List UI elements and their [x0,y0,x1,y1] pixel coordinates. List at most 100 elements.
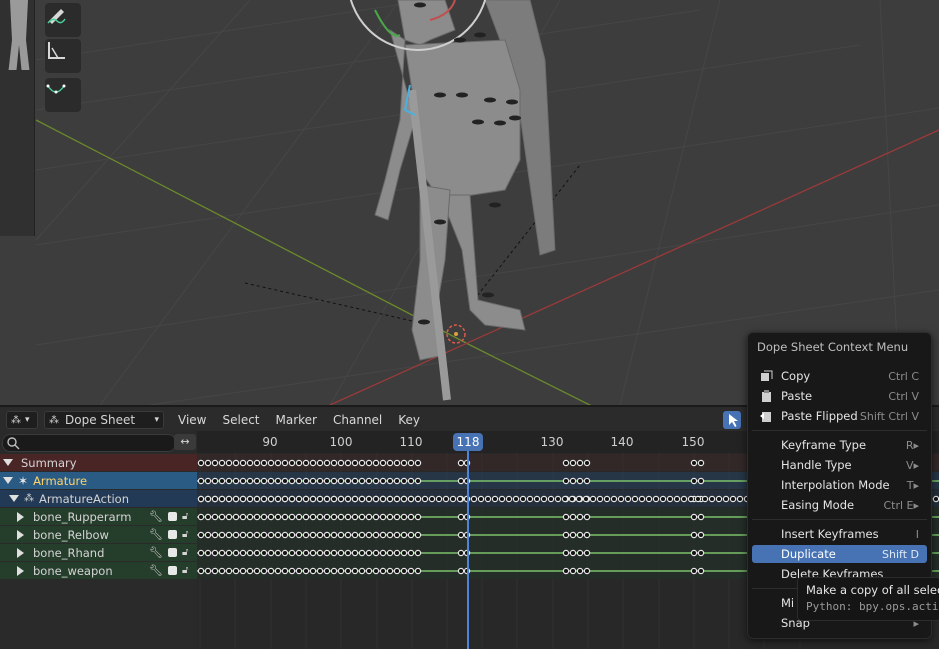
keyframe [351,459,359,467]
menu-item-keyframe-type[interactable]: Keyframe Type R▸ [752,436,927,454]
keyframe [617,495,625,503]
shortcut-label: Ctrl C [888,369,919,383]
keyframe [288,513,296,521]
curve-tool-button[interactable] [45,78,81,112]
menu-item-paste[interactable]: Paste Ctrl V [752,387,927,405]
keyframe [673,495,681,503]
keyframe [253,567,261,575]
frame-label: 130 [540,435,564,449]
keyframe [456,495,464,503]
channel-armature[interactable]: ✶ Armature [0,472,197,489]
menu-item-copy[interactable]: Copy Ctrl C [752,367,927,385]
keyframe [393,513,401,521]
menu-select[interactable]: Select [214,413,267,427]
channel-bone[interactable]: bone_Relbow 🔧︎ 🔓︎ [0,526,197,543]
select-tool-button[interactable] [723,411,741,429]
keyframe [697,477,705,485]
keyframe [400,495,408,503]
checkbox-icon[interactable] [168,548,177,557]
keyframe [690,513,698,521]
expand-triangle-icon[interactable] [9,495,19,502]
wrench-icon[interactable]: 🔧︎ [149,564,163,577]
keyframe [576,477,584,485]
keyframe [302,549,310,557]
menu-channel[interactable]: Channel [325,413,390,427]
keyframe [407,477,415,485]
keyframe [576,459,584,467]
keyframe [197,513,205,521]
menu-separator [752,519,927,520]
menu-item-interpolation-mode[interactable]: Interpolation Mode T▸ [752,476,927,494]
keyframe [260,459,268,467]
channel-bone[interactable]: bone_Rhand 🔧︎ 🔓︎ [0,544,197,561]
expand-triangle-icon[interactable] [17,565,24,576]
checkbox-icon[interactable] [168,530,177,539]
channel-bone[interactable]: bone_weapon 🔧︎ 🔓︎ [0,562,197,579]
wrench-icon[interactable]: 🔧︎ [149,528,163,541]
keyframe [358,531,366,539]
expand-triangle-icon[interactable] [17,547,24,558]
channel-action[interactable]: ⁂ ArmatureAction [0,490,197,507]
keyframe [330,495,338,503]
menu-view[interactable]: View [170,413,214,427]
menu-item-easing-mode[interactable]: Easing Mode Ctrl E▸ [752,496,927,514]
menu-marker[interactable]: Marker [268,413,325,427]
lock-icon[interactable]: 🔓︎ [182,511,188,522]
keyframe [232,567,240,575]
wrench-icon[interactable]: 🔧︎ [149,510,163,523]
keyframe [211,495,219,503]
checkbox-icon[interactable] [168,512,177,521]
annotate-tool-button[interactable] [45,3,81,37]
keyframe [295,459,303,467]
measure-tool-button[interactable] [45,39,81,73]
lock-icon[interactable]: 🔓︎ [182,529,188,540]
keyframe [407,513,415,521]
menu-item-duplicate[interactable]: Duplicate Shift D [752,545,927,563]
keyframe [400,459,408,467]
wrench-icon[interactable]: 🔧︎ [149,546,163,559]
keyframe [267,549,275,557]
lock-icon[interactable]: 🔓︎ [182,565,188,576]
channel-summary[interactable]: Summary [0,454,197,471]
keyframe [337,459,345,467]
channel-search-input[interactable] [2,434,176,452]
swap-icon[interactable]: ↔ [174,434,196,450]
channel-bone[interactable]: bone_Rupperarm 🔧︎ 🔓︎ [0,508,197,525]
expand-triangle-icon[interactable] [3,459,13,466]
keyframe [715,495,723,503]
paste-flipped-icon [760,412,771,422]
keyframe [316,531,324,539]
keyframe [337,477,345,485]
keyframe [491,495,499,503]
editor-type-selector[interactable]: ⁂ ▾ [6,411,38,429]
playhead-line[interactable] [467,451,469,649]
menu-key[interactable]: Key [390,413,428,427]
current-frame-indicator[interactable]: 118 [453,433,483,451]
keyframe [253,495,261,503]
reference-figure [8,0,30,70]
keyframe [323,513,331,521]
menu-item-insert-keyframes[interactable]: Insert Keyframes I [752,525,927,543]
chevron-down-icon: ▾ [154,415,159,425]
menu-separator [752,430,927,431]
lock-icon[interactable]: 🔓︎ [182,547,188,558]
menu-item-handle-type[interactable]: Handle Type V▸ [752,456,927,474]
expand-triangle-icon[interactable] [17,529,24,540]
keyframe [323,477,331,485]
keyframe [414,531,422,539]
expand-triangle-icon[interactable] [17,511,24,522]
keyframe [457,513,465,521]
keyframe [414,567,422,575]
keyframe [701,495,709,503]
checkbox-icon[interactable] [168,566,177,575]
keyframe [365,549,373,557]
keyframe [281,549,289,557]
keyframe [253,549,261,557]
mode-selector[interactable]: ⁂ Dope Sheet ▾ [44,411,164,429]
keyframe [690,477,698,485]
expand-triangle-icon[interactable] [3,477,13,484]
keyframe [197,549,205,557]
keyframe [274,459,282,467]
menu-item-paste-flipped[interactable]: Paste Flipped Shift Ctrl V [752,407,927,425]
keyframe [583,477,591,485]
